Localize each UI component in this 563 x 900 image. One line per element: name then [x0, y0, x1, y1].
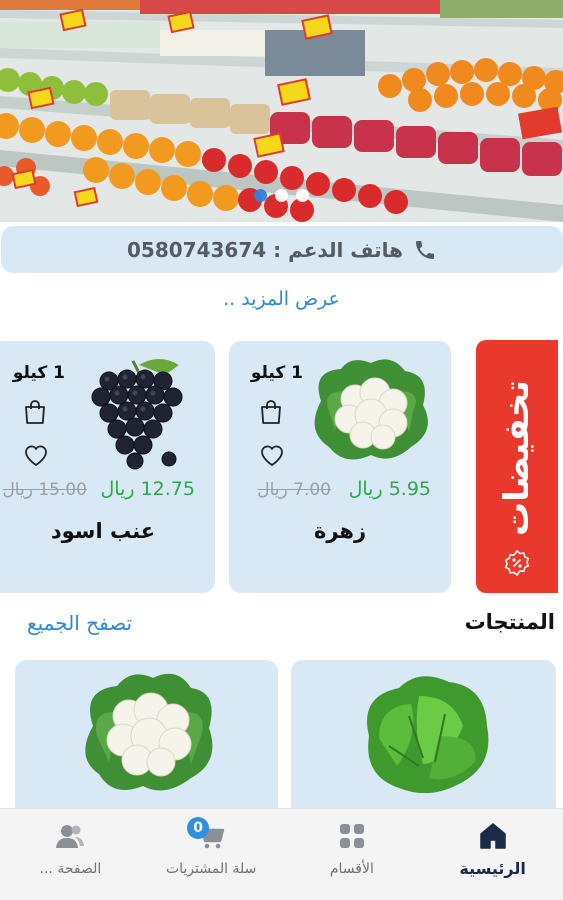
- carousel-indicator[interactable]: [0, 189, 563, 202]
- cauliflower-image: [314, 359, 428, 460]
- nav-categories[interactable]: الأقسام: [282, 809, 423, 900]
- show-more-link[interactable]: عرض المزيد ..: [0, 288, 563, 310]
- nav-account-label: الصفحة ...: [39, 861, 102, 877]
- current-price: 5.95 ريال: [348, 478, 431, 500]
- offer-card[interactable]: 1 كيلو 12.75 ريال 15.00 ريال عنب اسود: [0, 341, 215, 593]
- carousel-dot-2[interactable]: [275, 189, 288, 202]
- products-section-title: المنتجات: [464, 610, 555, 634]
- current-price: 12.75 ريال: [100, 478, 195, 500]
- phone-icon: [416, 240, 435, 259]
- add-to-bag-icon[interactable]: [259, 399, 283, 425]
- price-row: 12.75 ريال 15.00 ريال: [0, 478, 215, 506]
- product-weight: 1 كيلو: [250, 363, 303, 383]
- support-phone-text: هاتف الدعم : 0580743674: [126, 237, 404, 262]
- product-card[interactable]: [291, 660, 556, 820]
- black-grapes-image: [91, 359, 183, 470]
- nav-home-label: الرئيسية: [459, 859, 526, 878]
- home-icon: [479, 823, 506, 849]
- support-phone-bar[interactable]: هاتف الدعم : 0580743674: [1, 226, 563, 273]
- nav-categories-label: الأقسام: [329, 861, 374, 877]
- nav-cart[interactable]: 0 سلة المشتريات: [141, 809, 282, 900]
- product-weight: 1 كيلو: [12, 363, 65, 383]
- product-name: عنب اسود: [50, 519, 156, 543]
- categories-icon: [339, 824, 364, 848]
- offer-card[interactable]: 1 كيلو 5.95 ريال 7.00 ريال زهرة: [229, 341, 451, 593]
- product-card[interactable]: [15, 660, 278, 820]
- carousel-dot-3[interactable]: [296, 189, 309, 202]
- cart-count-badge: 0: [187, 817, 210, 839]
- favorite-heart-icon[interactable]: [259, 443, 285, 467]
- old-price: 7.00 ريال: [257, 480, 331, 500]
- nav-account[interactable]: الصفحة ...: [0, 809, 141, 900]
- browse-all-link[interactable]: تصفح الجميع: [27, 611, 132, 635]
- cauliflower-image: [85, 673, 213, 791]
- nav-home[interactable]: الرئيسية: [422, 809, 563, 900]
- discounts-tab[interactable]: تخفيضات: [476, 340, 558, 593]
- add-to-bag-icon[interactable]: [23, 399, 47, 425]
- product-name: زهرة: [313, 519, 367, 543]
- account-icon: [56, 825, 85, 848]
- bottom-navigation: الرئيسية الأقسام 0 سلة المشتريات الصفحة …: [0, 808, 563, 900]
- price-row: 5.95 ريال 7.00 ريال: [229, 478, 451, 506]
- discount-badge-icon: [504, 550, 530, 576]
- old-price: 15.00 ريال: [2, 480, 87, 500]
- home-screen: هاتف الدعم : 0580743674 عرض المزيد .. تخ…: [0, 0, 563, 900]
- discounts-title: تخفيضات: [497, 379, 537, 537]
- lettuce-image: [367, 676, 489, 794]
- nav-cart-label: سلة المشتريات: [165, 861, 257, 877]
- carousel-dot-1[interactable]: [254, 189, 267, 202]
- favorite-heart-icon[interactable]: [23, 443, 49, 467]
- promo-banner-carousel[interactable]: [0, 0, 563, 222]
